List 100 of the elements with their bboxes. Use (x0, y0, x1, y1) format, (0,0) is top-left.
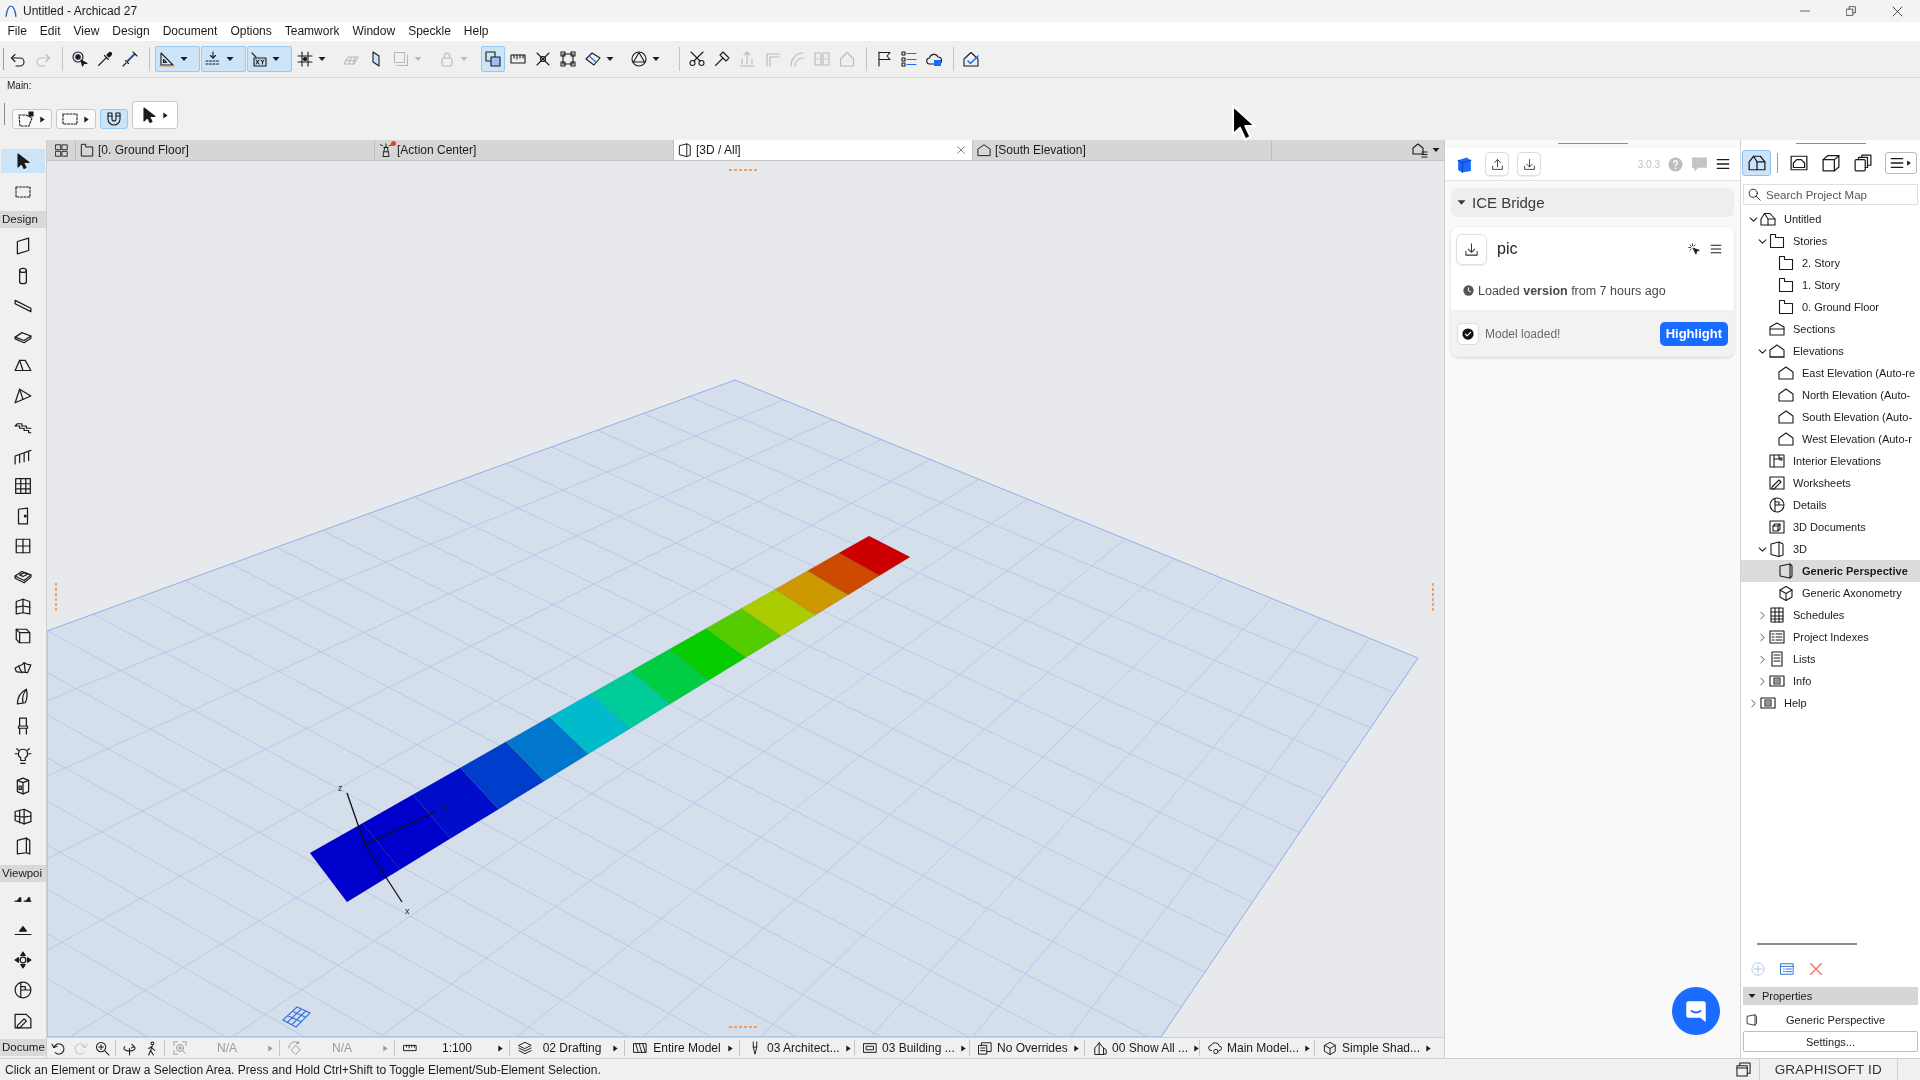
railing-icon[interactable] (14, 447, 32, 465)
arrow-icon[interactable] (1072, 1044, 1080, 1052)
drag-handle[interactable] (1557, 143, 1628, 144)
view-tab[interactable]: [3D / All] (673, 140, 972, 160)
view-setting-button[interactable]: Entire Model (627, 1038, 737, 1058)
cube-icon[interactable] (1323, 1041, 1337, 1055)
menu-item[interactable]: File (1, 22, 34, 41)
tree-item[interactable]: Untitled (1741, 208, 1920, 230)
cross-icon[interactable] (535, 51, 551, 67)
tree-item[interactable]: South Elevation (Auto- (1741, 406, 1920, 428)
dashed-lines-icon[interactable] (205, 51, 221, 67)
upload-icon[interactable] (1490, 157, 1504, 171)
download-button[interactable] (1517, 152, 1541, 176)
box-select-icon[interactable] (560, 51, 576, 67)
view-setting-button[interactable]: 03 Building ... (857, 1038, 967, 1058)
tree-item[interactable]: 2. Story (1741, 252, 1920, 274)
target-pointer-icon[interactable] (72, 51, 88, 67)
cloud-icon[interactable] (926, 51, 942, 67)
project-header[interactable]: ICE Bridge (1451, 188, 1734, 217)
split-handle[interactable] (728, 1026, 758, 1028)
arrow-icon[interactable] (39, 115, 46, 123)
tool-button[interactable] (1, 149, 45, 173)
split-handle[interactable] (728, 169, 758, 171)
arrow-icon[interactable] (612, 1044, 619, 1052)
search-field[interactable]: Search Project Map (1743, 184, 1918, 205)
arrow-icon[interactable] (497, 1044, 504, 1052)
curtain-wall-icon[interactable] (14, 477, 32, 495)
chevron-down-icon[interactable] (1757, 346, 1767, 356)
toolbar-button[interactable] (100, 109, 128, 129)
view-setting-button[interactable]: 02 Drafting (512, 1038, 622, 1058)
syringe-icon[interactable] (122, 51, 138, 67)
tree-item[interactable]: Lists (1741, 648, 1920, 670)
tree-item[interactable]: 3D Documents (1741, 516, 1920, 538)
dropdown-arrow-icon[interactable] (180, 55, 188, 63)
cloud-circle-icon[interactable] (1208, 1041, 1222, 1055)
arrow-icon[interactable] (83, 115, 90, 123)
menu-item[interactable]: View (67, 22, 106, 41)
menu-item[interactable]: Help (457, 22, 495, 41)
ruler-icon[interactable] (510, 51, 526, 67)
view-setting-button[interactable]: 00 Show All ... (1087, 1038, 1197, 1058)
drag-handle[interactable] (1795, 143, 1866, 144)
split-handle[interactable] (1432, 582, 1434, 612)
view-setting-button[interactable]: Simple Shad... (1317, 1038, 1427, 1058)
shell-icon[interactable] (14, 387, 32, 405)
tree-item[interactable]: Sections (1741, 318, 1920, 340)
section-header[interactable]: Docume (0, 1039, 46, 1056)
dropdown-arrow-icon[interactable] (318, 55, 326, 63)
stacked-pages-icon[interactable] (1853, 154, 1872, 172)
corner-window-icon[interactable] (14, 597, 32, 615)
chevron-right-icon[interactable] (1757, 632, 1767, 642)
caret-down-icon[interactable] (1457, 198, 1466, 207)
view-tab[interactable]: [0. Ground Floor] (75, 140, 374, 160)
upload-button[interactable] (1485, 152, 1509, 176)
chevron-down-icon[interactable] (1757, 236, 1767, 246)
chevron-right-icon[interactable] (1757, 676, 1767, 686)
menu-item[interactable]: Teamwork (278, 22, 346, 41)
dropdown-arrow-icon[interactable] (272, 55, 280, 63)
toolbar-button[interactable] (155, 46, 200, 72)
split-handle[interactable] (55, 582, 57, 612)
flag-icon[interactable] (876, 51, 892, 67)
arrow-icon[interactable] (727, 1044, 734, 1052)
tree-item[interactable]: Schedules (1741, 604, 1920, 626)
undo-icon[interactable] (10, 51, 26, 67)
panel-menu-button[interactable] (1885, 152, 1917, 174)
properties-header[interactable]: Properties (1743, 987, 1918, 1005)
chevron-down-icon[interactable] (1748, 214, 1758, 224)
pointer-icon[interactable] (141, 107, 157, 123)
book-icon[interactable] (1821, 154, 1840, 172)
chevron-down-icon[interactable] (1757, 544, 1767, 554)
tree-item[interactable]: Stories (1741, 230, 1920, 252)
arrow-icon[interactable] (1193, 1044, 1201, 1052)
download-icon[interactable] (1464, 241, 1479, 257)
menu-item[interactable]: Design (105, 22, 157, 41)
tree-item[interactable]: Info (1741, 670, 1920, 692)
framed-house-icon[interactable] (1789, 154, 1808, 172)
grid-panel-icon[interactable] (14, 807, 32, 825)
view-setting-button[interactable]: 1:100 (397, 1038, 507, 1058)
arrow-icon[interactable] (162, 111, 169, 119)
section-header[interactable]: Viewpoi (0, 865, 46, 882)
house-check-icon[interactable] (963, 51, 979, 67)
tree-item[interactable]: Details (1741, 494, 1920, 516)
menu-item[interactable]: Speckle (401, 22, 458, 41)
list-icon[interactable] (901, 51, 917, 67)
hatched-rectangle-icon[interactable] (633, 1041, 647, 1055)
tilted-box-icon[interactable] (585, 51, 601, 67)
tree-item[interactable]: Project Indexes (1741, 626, 1920, 648)
chevron-right-icon[interactable] (1748, 698, 1758, 708)
four-squares-icon[interactable] (54, 143, 68, 157)
hammer-icon[interactable] (714, 51, 730, 67)
circle-detail-icon[interactable] (14, 981, 32, 999)
opening-icon[interactable] (14, 837, 32, 855)
menu-item[interactable]: Document (156, 22, 224, 41)
tree-item[interactable]: Interior Elevations (1741, 450, 1920, 472)
marquee-icon[interactable] (62, 111, 78, 127)
house-list-icon[interactable] (1412, 142, 1428, 158)
stacked-sheets-icon[interactable] (978, 1041, 992, 1055)
arrow-icon[interactable] (1425, 1044, 1433, 1052)
menu-item[interactable]: Window (345, 22, 402, 41)
zone-box-icon[interactable] (14, 777, 32, 795)
tree-item[interactable]: Generic Axonometry (1741, 582, 1920, 604)
